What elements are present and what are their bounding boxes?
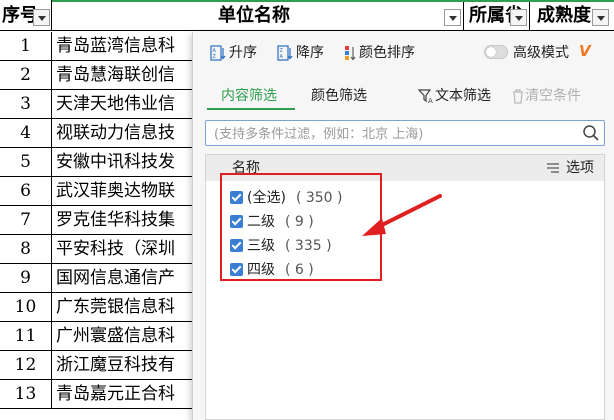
header-unit-name: 单位名称 xyxy=(52,0,464,31)
sort-desc-button[interactable]: Z A 降序 xyxy=(277,43,324,63)
color-sort-button[interactable]: 颜色排序 xyxy=(344,43,415,63)
unit-name-cell[interactable]: 天津天地伟业信 xyxy=(52,90,192,119)
sort-asc-label: 升序 xyxy=(229,45,257,61)
header-maturity-label: 成熟度 xyxy=(537,5,591,26)
filter-option-label: 二级 xyxy=(247,214,275,230)
filter-search-input[interactable] xyxy=(212,123,576,145)
unit-name-cell[interactable]: 广东莞银信息科 xyxy=(52,293,192,322)
text-filter-label: 文本筛选 xyxy=(435,88,491,104)
filter-option-count: ( 335 ) xyxy=(285,238,332,254)
unit-name-cell[interactable]: 罗克佳华科技集 xyxy=(52,206,192,235)
trash-icon xyxy=(513,89,523,104)
color-sort-label: 颜色排序 xyxy=(359,45,415,61)
row-number: 11 xyxy=(0,322,52,351)
options-label: 选项 xyxy=(566,160,594,176)
maturity-filter-button[interactable] xyxy=(592,9,609,26)
filter-option-count: ( 6 ) xyxy=(285,262,314,278)
filter-option-label: 三级 xyxy=(247,238,275,254)
unit-name-cell[interactable]: 青岛嘉元正合科 xyxy=(52,380,192,409)
search-icon[interactable] xyxy=(582,124,600,142)
row-number: 7 xyxy=(0,206,52,235)
sort-desc-icon: Z A xyxy=(277,45,293,61)
value-list: 名称 选项 (全选) ( 350 ) 二级 ( 9 ) 三级 ( 335 ) 四级 ( 6 ) xyxy=(205,154,605,420)
seq-filter-button[interactable] xyxy=(33,9,50,26)
filter-option-item[interactable]: (全选) ( 350 ) xyxy=(230,187,342,209)
row-number: 2 xyxy=(0,61,52,90)
unit-name-cell[interactable]: 青岛慧海联创信 xyxy=(52,61,192,90)
tab-content-filter[interactable]: 内容筛选 xyxy=(221,82,277,110)
filter-option-count: ( 9 ) xyxy=(285,214,314,230)
value-list-header: 名称 选项 xyxy=(206,155,604,181)
checkbox-checked-icon[interactable] xyxy=(230,262,243,276)
vip-badge-icon: V xyxy=(579,42,591,60)
region-filter-button[interactable] xyxy=(510,9,527,26)
row-number: 3 xyxy=(0,90,52,119)
row-number: 6 xyxy=(0,177,52,206)
svg-text:Z: Z xyxy=(213,54,217,60)
svg-text:A: A xyxy=(280,54,284,60)
row-number: 12 xyxy=(0,351,52,380)
active-tab-underline xyxy=(207,108,295,110)
header-unit-name-label: 单位名称 xyxy=(218,5,290,26)
filter-tabs: 内容筛选 颜色筛选 A 文本筛选 清空条件 xyxy=(193,82,614,110)
unit-name-cell[interactable]: 青岛蓝湾信息科 xyxy=(52,32,192,61)
unit-name-filter-button[interactable] xyxy=(444,9,461,26)
row-number: 10 xyxy=(0,293,52,322)
funnel-icon: A xyxy=(417,89,433,105)
svg-text:A: A xyxy=(428,97,433,105)
header-row: 序号 单位名称 所属省 成熟度 xyxy=(0,0,614,32)
unit-name-cell[interactable]: 安徽中讯科技发 xyxy=(52,148,192,177)
row-number: 8 xyxy=(0,235,52,264)
filter-option-count: ( 350 ) xyxy=(295,190,343,206)
sort-asc-button[interactable]: A Z 升序 xyxy=(210,43,257,63)
checkbox-checked-icon[interactable] xyxy=(230,238,243,252)
name-column-label: 名称 xyxy=(232,160,260,176)
header-seq: 序号 xyxy=(0,0,52,31)
filter-option-item[interactable]: 四级 ( 6 ) xyxy=(230,259,314,281)
text-filter-button[interactable]: A 文本筛选 xyxy=(417,82,491,110)
header-region: 所属省 xyxy=(464,0,530,31)
active-filter-line xyxy=(52,0,614,2)
checkbox-checked-icon[interactable] xyxy=(230,214,243,228)
options-button[interactable]: 选项 xyxy=(546,155,594,181)
unit-name-cell[interactable]: 视联动力信息技 xyxy=(52,119,192,148)
filter-dropdown-panel: A Z 升序 Z A 降序 颜色排序 高级模式 V 内容筛选 颜色筛选 A 文本… xyxy=(192,32,614,420)
unit-name-cell[interactable]: 国网信息通信产 xyxy=(52,264,192,293)
filter-option-label: (全选) xyxy=(247,190,286,206)
tab-color-filter[interactable]: 颜色筛选 xyxy=(311,82,367,110)
clear-conditions-button[interactable]: 清空条件 xyxy=(511,82,581,110)
advanced-mode-toggle[interactable] xyxy=(484,45,508,59)
unit-name-cell[interactable]: 平安科技（深圳 xyxy=(52,235,192,264)
unit-name-cell[interactable]: 广州寰盛信息科 xyxy=(52,322,192,351)
filter-option-item[interactable]: 二级 ( 9 ) xyxy=(230,211,314,233)
checkbox-checked-icon[interactable] xyxy=(230,190,243,204)
filter-option-label: 四级 xyxy=(247,262,275,278)
search-box xyxy=(205,120,605,146)
advanced-mode-label: 高级模式 xyxy=(513,45,569,61)
unit-name-cell[interactable]: 浙江魔豆科技有 xyxy=(52,351,192,380)
sort-asc-icon: A Z xyxy=(210,45,226,61)
row-number: 1 xyxy=(0,32,52,61)
row-number: 5 xyxy=(0,148,52,177)
row-number: 13 xyxy=(0,380,52,409)
filter-option-item[interactable]: 三级 ( 335 ) xyxy=(230,235,332,257)
list-options-icon xyxy=(547,163,559,173)
header-maturity: 成熟度 xyxy=(530,0,614,31)
unit-name-cell[interactable]: 武汉菲奥达物联 xyxy=(52,177,192,206)
clear-conditions-label: 清空条件 xyxy=(525,88,581,104)
row-number: 9 xyxy=(0,264,52,293)
row-number: 4 xyxy=(0,119,52,148)
sort-toolbar: A Z 升序 Z A 降序 颜色排序 高级模式 V xyxy=(193,32,614,72)
color-sort-icon xyxy=(345,46,356,61)
sort-desc-label: 降序 xyxy=(296,45,324,61)
